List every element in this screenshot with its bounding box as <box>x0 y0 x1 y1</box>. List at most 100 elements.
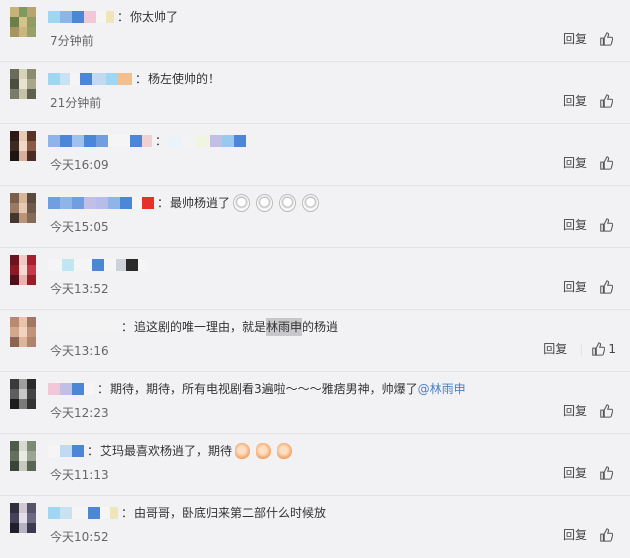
comment-body: ： 追这剧的唯一理由，就是 林雨申 的杨逍 <box>48 316 510 338</box>
comment-actions: 回复 <box>563 30 616 47</box>
thumbs-up-icon <box>600 155 613 170</box>
avatar[interactable] <box>10 7 36 37</box>
comment-actions: 回复 <box>563 92 616 109</box>
comment-item: ： 你太帅了 7分钟前 回复 <box>0 0 630 62</box>
username[interactable] <box>48 383 94 396</box>
thumbs-up-icon <box>600 527 613 542</box>
comment-body: ： 最帅杨逍了 <box>48 192 510 214</box>
hand-emoji-icon <box>256 443 272 459</box>
like-count: 1 <box>608 341 616 356</box>
mention-link[interactable] <box>168 135 247 148</box>
comment-body: ： 由哥哥，卧底归来第二部什么时候放 <box>48 502 510 524</box>
like-button[interactable] <box>599 465 616 480</box>
bear-emoji-icon <box>256 194 274 212</box>
comment-body: ： 艾玛最喜欢杨逍了，期待 <box>48 440 510 462</box>
like-button[interactable] <box>599 403 616 418</box>
reply-button[interactable]: 回复 <box>563 30 587 47</box>
comment-item: ： 艾玛最喜欢杨逍了，期待 今天11:13 回复 <box>0 434 630 496</box>
username[interactable] <box>48 321 118 334</box>
comment-actions: 回复 | 1 <box>543 340 616 357</box>
thumbs-up-icon <box>600 31 613 46</box>
comment-time: 21分钟前 <box>50 96 102 110</box>
bear-emoji-icon <box>233 194 251 212</box>
bear-emoji-icon <box>302 194 320 212</box>
reply-button[interactable]: 回复 <box>563 464 587 481</box>
comment-actions: 回复 <box>563 278 616 295</box>
comment-item: ： 追这剧的唯一理由，就是 林雨申 的杨逍 今天13:16 回复 | 1 <box>0 310 630 372</box>
comment-time: 7分钟前 <box>50 34 94 48</box>
comment-time: 今天13:52 <box>50 282 109 296</box>
comment-text-tail: 的杨逍 <box>302 320 339 334</box>
like-button[interactable] <box>599 527 616 542</box>
avatar[interactable] <box>10 441 36 471</box>
comment-text: 期待，期待，所有电视剧看3遍啦～～～雅痞男神，帅爆了 <box>110 382 418 396</box>
hand-emoji-icon <box>277 443 293 459</box>
comment-body: ： 期待，期待，所有电视剧看3遍啦～～～雅痞男神，帅爆了 @林雨申 <box>48 378 510 400</box>
reply-button[interactable]: 回复 <box>563 216 587 233</box>
thumbs-up-icon <box>600 403 613 418</box>
comment-actions: 回复 <box>563 464 616 481</box>
username[interactable] <box>48 445 84 458</box>
like-button[interactable]: 1 <box>591 342 616 356</box>
username[interactable] <box>48 507 118 520</box>
like-button[interactable] <box>599 217 616 232</box>
comment-actions: 回复 <box>563 402 616 419</box>
comment-item: ： 由哥哥，卧底归来第二部什么时候放 今天10:52 回复 <box>0 496 630 558</box>
username[interactable] <box>48 11 114 24</box>
avatar[interactable] <box>10 131 36 161</box>
comment-text: 追这剧的唯一理由，就是 <box>134 320 267 334</box>
hand-emoji-icon <box>235 443 251 459</box>
like-button[interactable] <box>599 93 616 108</box>
avatar[interactable] <box>10 69 36 99</box>
reply-button[interactable]: 回复 <box>563 154 587 171</box>
highlighted-name: 林雨申 <box>266 318 303 336</box>
comment-item: 今天13:52 回复 <box>0 248 630 310</box>
reply-button[interactable]: 回复 <box>563 526 587 543</box>
thumbs-up-icon <box>600 217 613 232</box>
comment-body: ： <box>48 130 510 152</box>
username[interactable] <box>48 197 154 210</box>
comment-time: 今天10:52 <box>50 530 109 544</box>
username[interactable] <box>48 135 152 148</box>
comment-text: 最帅杨逍了 <box>170 196 231 210</box>
avatar[interactable] <box>10 379 36 409</box>
comment-time: 今天12:23 <box>50 406 109 420</box>
comment-item: ： 今天16:09 回复 <box>0 124 630 186</box>
thumbs-up-icon <box>600 465 613 480</box>
comment-list: ： 你太帅了 7分钟前 回复 ： 杨左使帅的！ 21分钟前 回复 ： 今天16:… <box>0 0 630 551</box>
comment-body: ： 杨左使帅的！ <box>48 68 510 90</box>
comment-actions: 回复 <box>563 526 616 543</box>
comment-item: ： 最帅杨逍了 今天15:05 回复 <box>0 186 630 248</box>
comment-text: 艾玛最喜欢杨逍了，期待 <box>100 444 233 458</box>
comment-text: 杨左使帅的！ <box>148 72 221 86</box>
comment-item: ： 杨左使帅的！ 21分钟前 回复 <box>0 62 630 124</box>
avatar[interactable] <box>10 255 36 285</box>
comment-time: 今天16:09 <box>50 158 109 172</box>
comment-item: ： 期待，期待，所有电视剧看3遍啦～～～雅痞男神，帅爆了 @林雨申 今天12:23… <box>0 372 630 434</box>
like-button[interactable] <box>599 31 616 46</box>
thumbs-up-icon <box>600 279 613 294</box>
username[interactable] <box>48 259 148 272</box>
comment-body: ： 你太帅了 <box>48 6 510 28</box>
avatar[interactable] <box>10 317 36 347</box>
reply-button[interactable]: 回复 <box>563 278 587 295</box>
thumbs-up-icon <box>600 93 613 108</box>
like-button[interactable] <box>599 279 616 294</box>
thumbs-up-icon <box>592 341 606 356</box>
avatar[interactable] <box>10 193 36 223</box>
comment-time: 今天15:05 <box>50 220 109 234</box>
reply-button[interactable]: 回复 <box>543 340 567 357</box>
avatar[interactable] <box>10 503 36 533</box>
comment-body <box>48 254 510 276</box>
reply-button[interactable]: 回复 <box>563 402 587 419</box>
comment-text: 你太帅了 <box>130 10 179 24</box>
comment-actions: 回复 <box>563 154 616 171</box>
comment-time: 今天11:13 <box>50 468 109 482</box>
like-button[interactable] <box>599 155 616 170</box>
username[interactable] <box>48 73 132 86</box>
mention-link[interactable]: @林雨申 <box>418 380 466 398</box>
comment-time: 今天13:16 <box>50 344 109 358</box>
comment-actions: 回复 <box>563 216 616 233</box>
reply-button[interactable]: 回复 <box>563 92 587 109</box>
comment-text: 由哥哥，卧底归来第二部什么时候放 <box>134 506 327 520</box>
